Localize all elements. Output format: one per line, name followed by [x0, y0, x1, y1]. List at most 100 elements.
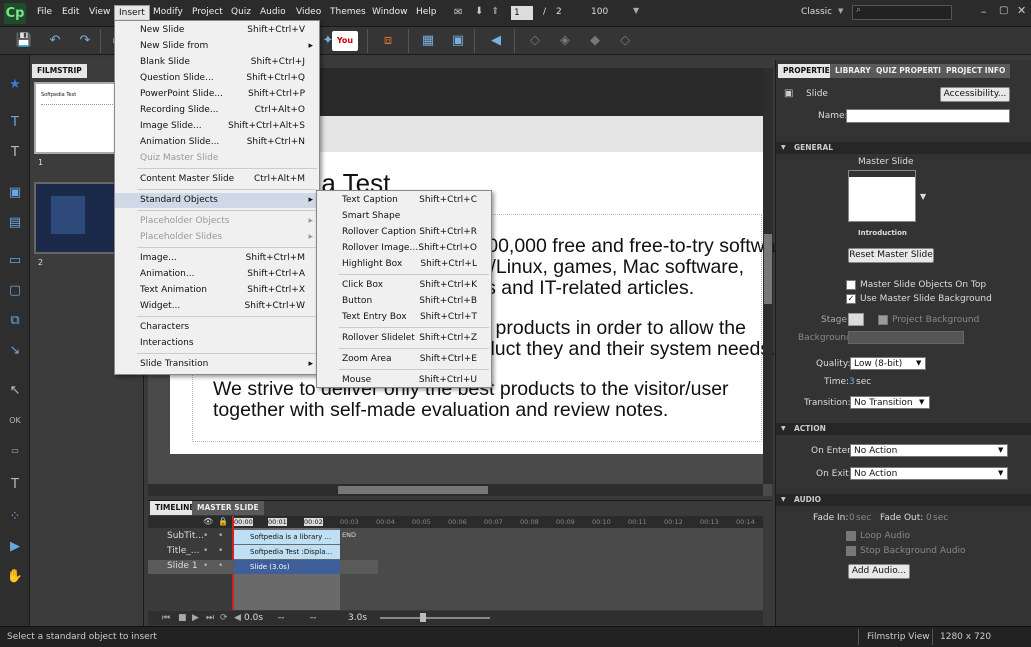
hand-icon[interactable]: ✋: [5, 567, 25, 587]
menu-help[interactable]: Help: [416, 7, 437, 17]
menu-item-rollover-slidelet[interactable]: Rollover Slidelet Shift+Ctrl+Z: [317, 331, 491, 346]
master-dropdown-icon[interactable]: ▼: [920, 192, 926, 201]
group-icon[interactable]: ◇: [615, 31, 635, 51]
menu-item-powerpoint-slide[interactable]: PowerPoint Slide... Shift+Ctrl+P: [115, 87, 319, 102]
menu-item-image-slide[interactable]: Image Slide... Shift+Ctrl+Alt+S: [115, 119, 319, 134]
visibility-dot[interactable]: •: [203, 561, 208, 571]
workspace-dropdown-icon[interactable]: ▼: [838, 7, 843, 15]
forward-icon[interactable]: ⏭: [206, 613, 214, 623]
stop-icon[interactable]: ■: [178, 613, 187, 623]
menu-project[interactable]: Project: [192, 7, 223, 17]
menu-item-rollover-caption[interactable]: Rollover Caption Shift+Ctrl+R: [317, 225, 491, 240]
menu-item-interactions[interactable]: Interactions: [115, 336, 319, 351]
scrollbar-thumb[interactable]: [764, 234, 772, 304]
lock-dot[interactable]: •: [218, 546, 223, 556]
tab-filmstrip[interactable]: FILMSTRIP: [32, 64, 87, 78]
layer-up-icon[interactable]: ◈: [555, 31, 575, 51]
scrollbar-thumb[interactable]: [338, 486, 488, 494]
eye-icon[interactable]: 👁: [203, 517, 213, 526]
video-tool-icon[interactable]: ▶: [5, 537, 25, 557]
save-icon[interactable]: 💾: [14, 31, 34, 51]
tab-master-slide[interactable]: MASTER SLIDE: [192, 501, 264, 515]
stop-bg-audio-checkbox[interactable]: [846, 546, 856, 556]
add-audio-button[interactable]: Add Audio...: [848, 564, 910, 579]
audio-icon[interactable]: ◀: [486, 31, 506, 51]
menu-item-slide-transition[interactable]: Slide Transition ▸: [115, 357, 319, 372]
menu-item-mouse[interactable]: Mouse Shift+Ctrl+U: [317, 373, 491, 388]
close-icon[interactable]: ✕: [1017, 4, 1026, 17]
reset-master-slide-button[interactable]: Reset Master Slide: [848, 248, 934, 263]
menu-item-widget[interactable]: Widget... Shift+Ctrl+W: [115, 299, 319, 314]
menu-modify[interactable]: Modify: [153, 7, 183, 17]
project-bg-checkbox[interactable]: [878, 315, 888, 325]
use-master-bg-checkbox[interactable]: ✓: [846, 294, 856, 304]
zoom-dropdown-icon[interactable]: ▼: [633, 6, 639, 15]
menu-video[interactable]: Video: [296, 7, 321, 17]
lock-dot[interactable]: •: [218, 561, 223, 571]
accessibility-button[interactable]: Accessibility...: [940, 87, 1010, 102]
slidelet-icon[interactable]: ⧉: [5, 311, 25, 331]
menu-item-image[interactable]: Image... Shift+Ctrl+M: [115, 251, 319, 266]
transition-dropdown-icon[interactable]: ▼: [919, 398, 924, 406]
general-section-header[interactable]: GENERAL: [776, 142, 1031, 154]
text-icon[interactable]: T: [5, 143, 25, 163]
chart-icon[interactable]: ▤: [5, 213, 25, 233]
fade-out-value[interactable]: 0: [926, 513, 932, 523]
rollover-icon[interactable]: ▢: [5, 281, 25, 301]
text-animation-icon[interactable]: T: [5, 475, 25, 495]
menu-quiz[interactable]: Quiz: [231, 7, 251, 17]
layer-down-icon[interactable]: ◆: [585, 31, 605, 51]
menu-edit[interactable]: Edit: [62, 7, 79, 17]
zoom-slider[interactable]: [380, 617, 490, 619]
menu-item-zoom-area[interactable]: Zoom Area Shift+Ctrl+E: [317, 352, 491, 367]
star-icon[interactable]: ★: [5, 75, 25, 95]
arrow-up-icon[interactable]: ⬆: [491, 6, 499, 17]
rewind-icon[interactable]: ⏮: [162, 613, 170, 623]
visibility-dot[interactable]: •: [203, 531, 208, 541]
text-caption-icon[interactable]: T: [5, 113, 25, 133]
menu-window[interactable]: Window: [372, 7, 408, 17]
menu-item-text-caption[interactable]: Text Caption Shift+Ctrl+C: [317, 193, 491, 208]
menu-item-animation-slide[interactable]: Animation Slide... Shift+Ctrl+N: [115, 135, 319, 150]
search-input[interactable]: [852, 5, 952, 20]
menu-item-click-box[interactable]: Click Box Shift+Ctrl+K: [317, 278, 491, 293]
timeline-clip[interactable]: Softpedia Test :Displa...: [234, 545, 340, 559]
arrow-down-icon[interactable]: ⬇: [475, 6, 483, 17]
image-icon[interactable]: ▣: [448, 31, 468, 51]
pointer-icon[interactable]: ↖: [5, 381, 25, 401]
menu-audio[interactable]: Audio: [260, 7, 286, 17]
menu-file[interactable]: File: [37, 7, 52, 17]
tab-library[interactable]: LIBRARY: [830, 64, 876, 78]
menu-item-standard-objects[interactable]: Standard Objects ▸: [115, 193, 319, 208]
audio-section-header[interactable]: AUDIO: [776, 494, 1031, 506]
text-entry-icon[interactable]: ▭: [5, 441, 25, 461]
loop-audio-checkbox[interactable]: [846, 531, 856, 541]
align-icon[interactable]: ◇: [525, 31, 545, 51]
menu-item-question-slide[interactable]: Question Slide... Shift+Ctrl+Q: [115, 71, 319, 86]
on-exit-dropdown-icon[interactable]: ▼: [998, 469, 1003, 477]
minimize-icon[interactable]: –: [981, 5, 987, 18]
zoom-value[interactable]: 100: [591, 7, 608, 17]
effects-icon[interactable]: ⁘: [5, 507, 25, 527]
import-icon[interactable]: ⧈: [378, 31, 398, 51]
zoom-slider-handle[interactable]: [420, 613, 426, 622]
menu-item-rollover-image[interactable]: Rollover Image... Shift+Ctrl+O: [317, 241, 491, 256]
menu-item-new-slide-from[interactable]: New Slide from ▸: [115, 39, 319, 54]
on-exit-select[interactable]: No Action: [850, 467, 1008, 480]
name-input[interactable]: [846, 109, 1010, 123]
page-number-input[interactable]: 1: [511, 6, 533, 20]
menu-item-text-animation[interactable]: Text Animation Shift+Ctrl+X: [115, 283, 319, 298]
timeline-row[interactable]: SubTit... • • Softpedia is a library ...: [148, 530, 378, 544]
lock-icon[interactable]: 🔒: [218, 517, 228, 526]
stage-color-swatch[interactable]: [848, 313, 864, 326]
redo-icon[interactable]: ↷: [75, 31, 95, 51]
background-field[interactable]: [848, 331, 964, 344]
on-enter-select[interactable]: No Action: [850, 444, 1008, 457]
menu-item-characters[interactable]: Characters: [115, 320, 319, 335]
menu-item-smart-shape[interactable]: Smart Shape: [317, 209, 491, 224]
stage-horizontal-scrollbar[interactable]: [148, 484, 763, 496]
mute-icon[interactable]: ◀: [234, 613, 241, 623]
menu-item-recording-slide[interactable]: Recording Slide... Ctrl+Alt+O: [115, 103, 319, 118]
menu-item-new-slide[interactable]: New Slide Shift+Ctrl+V: [115, 23, 319, 38]
timeline-clip[interactable]: Slide (3.0s): [234, 560, 340, 574]
